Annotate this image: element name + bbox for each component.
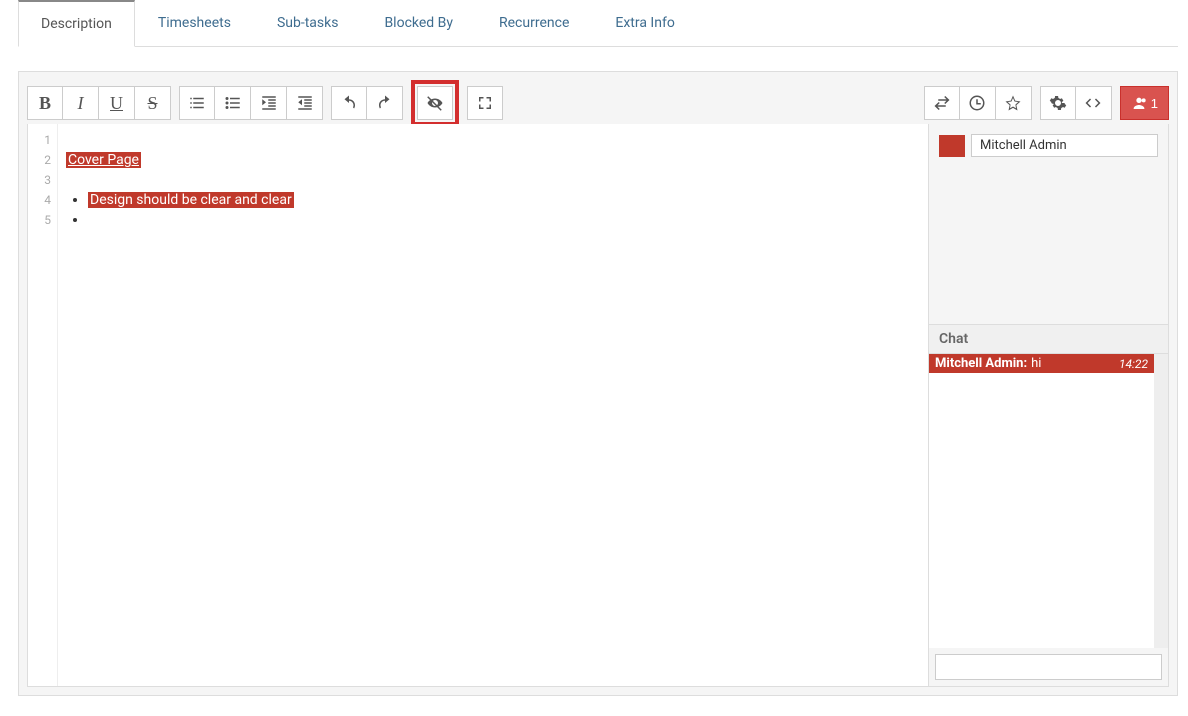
presence-panel: Mitchell Admin [929, 124, 1168, 324]
history-button[interactable] [960, 86, 996, 120]
list-item [88, 210, 920, 230]
gear-icon [1049, 94, 1067, 112]
outdent-icon [296, 94, 314, 112]
tab-blocked-by[interactable]: Blocked By [361, 0, 476, 46]
strike-button[interactable]: S [135, 86, 171, 120]
users-icon [1131, 95, 1147, 111]
ordered-list-button[interactable] [179, 86, 215, 120]
scrollbar-thumb[interactable] [1154, 354, 1168, 368]
italic-button[interactable]: I [63, 86, 99, 120]
highlighted-toolbar-item [411, 80, 459, 126]
gutter-line: 3 [28, 170, 51, 190]
chat-header: Chat [929, 324, 1168, 354]
editor-container: B I U S [18, 71, 1178, 696]
unordered-list-button[interactable] [215, 86, 251, 120]
line-gutter: 1 2 3 4 5 [28, 124, 58, 686]
task-tabs: Description Timesheets Sub-tasks Blocked… [18, 0, 1178, 47]
swap-icon [933, 94, 951, 112]
strike-icon: S [147, 93, 157, 114]
italic-icon: I [78, 93, 84, 114]
chat-message: Mitchell Admin: hi 14:22 [929, 354, 1154, 373]
user-color-swatch [939, 135, 965, 157]
code-icon [1084, 94, 1102, 112]
import-export-button[interactable] [924, 86, 960, 120]
tab-extra-info[interactable]: Extra Info [592, 0, 697, 46]
ordered-list-icon [188, 94, 206, 112]
unordered-list-icon [224, 94, 242, 112]
tab-recurrence[interactable]: Recurrence [476, 0, 592, 46]
bold-icon: B [39, 93, 51, 114]
editor-body: 1 2 3 4 5 Cover Page Design should be cl… [27, 124, 1169, 687]
chat-body[interactable]: Mitchell Admin: hi 14:22 [929, 354, 1168, 648]
collaborators-count: 1 [1151, 96, 1158, 111]
redo-icon [376, 94, 394, 112]
eye-slash-icon [426, 94, 444, 112]
outdent-button[interactable] [287, 86, 323, 120]
indent-button[interactable] [251, 86, 287, 120]
chat-text: hi [1031, 356, 1041, 371]
fullscreen-button[interactable] [467, 86, 503, 120]
bold-button[interactable]: B [27, 86, 63, 120]
gutter-line: 2 [28, 150, 51, 170]
tab-description[interactable]: Description [18, 0, 135, 47]
visibility-toggle-button[interactable] [417, 86, 453, 120]
chat-time: 14:22 [1119, 357, 1148, 371]
gutter-line: 5 [28, 210, 51, 230]
clock-icon [968, 94, 986, 112]
chat-author: Mitchell Admin: [935, 356, 1027, 371]
doc-title: Cover Page [66, 152, 141, 168]
code-view-button[interactable] [1076, 86, 1112, 120]
document-area[interactable]: Cover Page Design should be clear and cl… [58, 124, 928, 686]
tab-timesheets[interactable]: Timesheets [135, 0, 254, 46]
list-item: Design should be clear and clear [88, 190, 920, 210]
gutter-line: 4 [28, 190, 51, 210]
doc-bullet-1: Design should be clear and clear [88, 192, 294, 208]
chat-input-wrap [929, 648, 1168, 686]
indent-icon [260, 94, 278, 112]
tab-subtasks[interactable]: Sub-tasks [254, 0, 362, 46]
gutter-line: 1 [28, 130, 51, 150]
expand-icon [476, 94, 494, 112]
star-icon [1004, 94, 1022, 112]
collaborators-button[interactable]: 1 [1120, 86, 1169, 120]
right-panel: Mitchell Admin Chat Mitchell Admin: hi 1… [928, 124, 1168, 686]
settings-button[interactable] [1040, 86, 1076, 120]
presence-user-name: Mitchell Admin [971, 134, 1158, 157]
underline-icon: U [110, 93, 123, 114]
underline-button[interactable]: U [99, 86, 135, 120]
favorite-button[interactable] [996, 86, 1032, 120]
editor-toolbar: B I U S [27, 80, 1169, 126]
undo-icon [340, 94, 358, 112]
chat-input[interactable] [935, 654, 1162, 680]
undo-button[interactable] [331, 86, 367, 120]
redo-button[interactable] [367, 86, 403, 120]
